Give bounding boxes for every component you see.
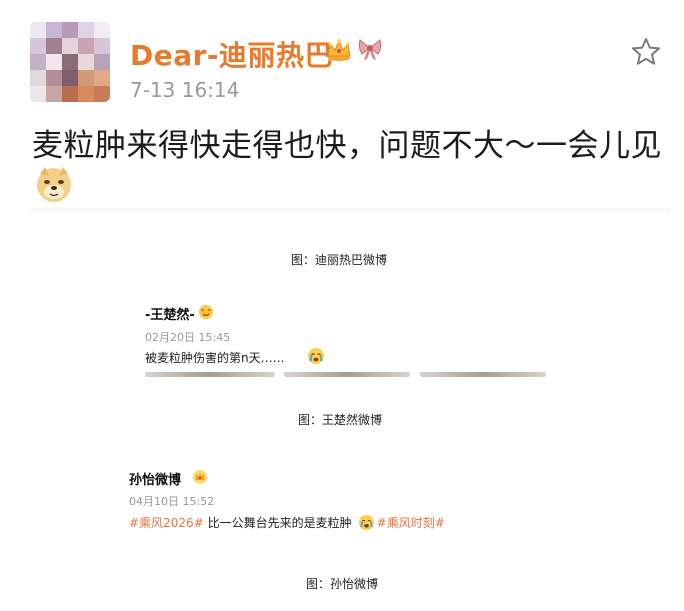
post-dilireba: Dear-迪丽热巴 7-13 16:14 麦粒肿来得快走得也快，问题不大～一会儿… — [0, 0, 684, 215]
topic-tag[interactable]: #乘风2026# — [129, 514, 204, 531]
crying-emoji-icon — [358, 514, 374, 531]
author-name[interactable]: Dear-迪丽热巴 — [130, 34, 333, 74]
post-time: 7-13 16:14 — [130, 78, 240, 102]
crying-emoji-icon — [308, 348, 324, 364]
doge-emoji-icon — [37, 167, 71, 202]
caption-sunyi: 图：孙怡微博 — [306, 577, 379, 591]
avatar[interactable] — [30, 22, 110, 102]
image-thumbnail[interactable] — [145, 372, 275, 377]
post-text-body: 比一公舞台先来的是麦粒肿 — [207, 516, 352, 530]
image-thumbnail[interactable] — [284, 372, 410, 377]
post-text: 麦粒肿来得快走得也快，问题不大～一会儿见 — [32, 128, 662, 164]
topic-tag[interactable]: #乘风时刻# — [377, 514, 445, 531]
post-time: 04月10日 15:52 — [129, 495, 215, 508]
post-time: 02月20日 15:45 — [145, 331, 231, 344]
crown-badge-icon — [193, 470, 207, 484]
star-icon[interactable] — [630, 36, 662, 68]
image-thumbnail[interactable] — [420, 372, 546, 377]
author-name[interactable]: -王楚然- — [145, 304, 195, 323]
bow-icon — [358, 39, 382, 60]
caption-dilireba: 图：迪丽热巴微博 — [291, 253, 388, 267]
post-text: 被麦粒肿伤害的第n天…… — [145, 351, 285, 365]
heart-eyes-badge-icon — [199, 305, 213, 319]
author-name[interactable]: 孙怡微博 — [129, 469, 181, 488]
post-text: #乘风2026# 比一公舞台先来的是麦粒肿 #乘风时刻# — [129, 514, 445, 531]
caption-wangchuran: 图：王楚然微博 — [298, 413, 383, 427]
crown-icon — [327, 39, 351, 61]
post-divider — [30, 208, 670, 214]
